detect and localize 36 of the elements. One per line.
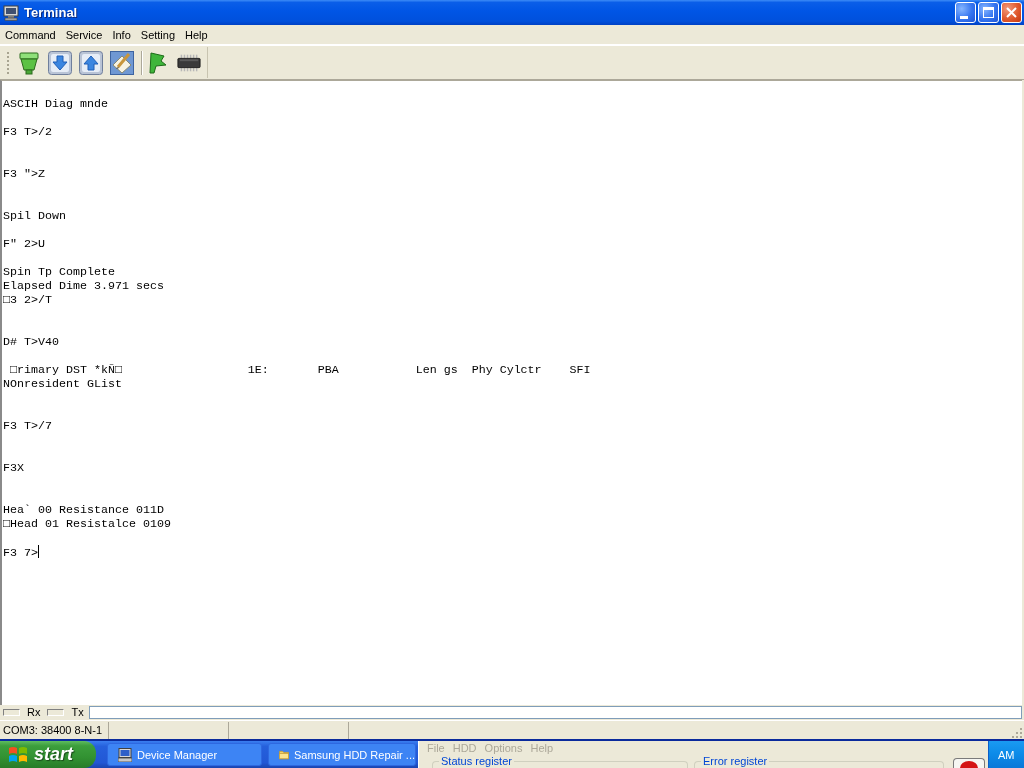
window-title: Terminal	[24, 5, 79, 20]
status-text: COM3: 38400 8-N-1	[0, 721, 109, 739]
indicator-label: Tx	[71, 706, 84, 719]
start-button[interactable]: start	[0, 741, 96, 768]
resize-grip-icon[interactable]	[1011, 727, 1022, 738]
clock-text: AM	[998, 748, 1015, 761]
connector-icon	[17, 50, 41, 75]
minimize-button[interactable]	[955, 2, 976, 23]
up-arrow-icon	[79, 50, 103, 75]
taskbar-button[interactable]: Device Manager	[107, 743, 262, 766]
menu-item[interactable]: Help	[180, 25, 213, 44]
menu-item[interactable]: Service	[60, 25, 108, 44]
edit-icon	[110, 50, 134, 75]
terminal-output: ASCIH Diag mnde F3 T>/2 F3 ">Z Spil Down F" 2>U Spin Tp Complete Elapsed Dime 3.971 secs □3 2>/T D# T>V40 □rimary DST *kÑ□ 1E: PBA Len gs Phy Cylctr SFI NOnresident GList F3 T>/7 F3X Hea` 00 Resistance 011D □Head 01 Resistalce 0109 F3 7>	[3, 97, 591, 560]
logo-icon	[8, 745, 28, 764]
close-icon	[1006, 7, 1017, 18]
group-label: Error register	[702, 755, 769, 767]
indicator-label: Rx	[27, 706, 41, 719]
down-arrow-icon	[48, 50, 72, 75]
input-field[interactable]	[88, 706, 1022, 719]
folder-icon	[279, 748, 289, 761]
maximize-icon	[983, 7, 994, 18]
menu-item[interactable]: Command	[0, 25, 61, 44]
grip-icon[interactable]	[7, 50, 10, 75]
minimize-icon	[959, 15, 968, 19]
chip-icon	[177, 52, 201, 73]
maximize-button[interactable]	[978, 2, 999, 23]
taskbar-button[interactable]: Samsung HDD Repair ...	[268, 743, 416, 766]
action-button[interactable]	[953, 758, 985, 768]
close-button[interactable]	[1001, 2, 1022, 23]
menu-item[interactable]: Info	[107, 25, 136, 44]
toolbar-button[interactable]	[110, 50, 134, 75]
group-label: Status register	[440, 755, 513, 767]
computer-icon	[118, 747, 132, 762]
menu-item[interactable]: Setting	[135, 25, 181, 44]
monitor-icon	[3, 4, 19, 21]
